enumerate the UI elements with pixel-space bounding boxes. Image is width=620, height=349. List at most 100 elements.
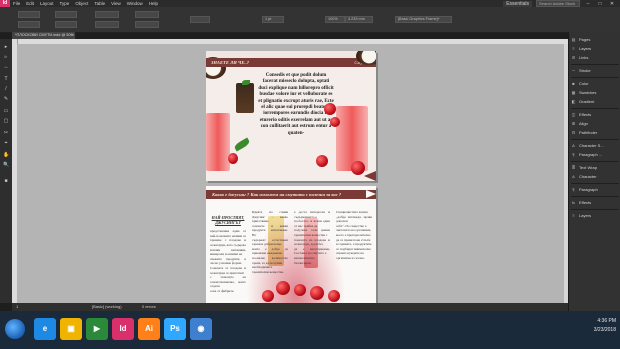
rotate-field[interactable] — [135, 11, 159, 18]
menu-layout[interactable]: Layout — [37, 0, 57, 7]
strawberry-image — [324, 103, 336, 115]
panel-divider — [571, 209, 619, 210]
scissors-tool-icon[interactable]: ✂ — [3, 131, 9, 136]
strawberry-image — [330, 117, 340, 127]
column-3: е доста интересен и съдържанието е по-бо… — [294, 210, 330, 265]
page-2[interactable]: Какво е джусинг ? Как изможем на смутита… — [206, 186, 376, 314]
stock-search-input[interactable]: Search Adobe Stock — [536, 0, 580, 7]
gradient-icon: ◧ — [571, 99, 576, 104]
frame-width-field[interactable]: 4.233 mm — [345, 16, 373, 23]
panel-layers[interactable]: ≡ Layers — [571, 45, 619, 53]
line-tool-icon[interactable]: / — [3, 87, 9, 92]
panel-paragraph-styles[interactable]: ¶ Paragraph ... — [571, 151, 619, 159]
panel-effects[interactable]: ◫ Effects — [571, 111, 619, 119]
workspace-switcher[interactable]: Essentials — [503, 0, 532, 7]
effects-icon: ◫ — [571, 112, 576, 117]
panel-stroke[interactable]: ─ Stroke — [571, 67, 619, 75]
panel-swatches[interactable]: ▦ Swatches — [571, 89, 619, 97]
menu-file[interactable]: File — [10, 0, 23, 7]
explorer-icon[interactable]: ▣ — [60, 318, 82, 340]
strawberry-image — [310, 286, 324, 300]
paragraph-icon: ¶ — [572, 187, 575, 192]
page1-banner-left: ЗНАЕТЕ ЛИ ЧЕ..? — [211, 60, 250, 65]
ie-icon[interactable]: e — [34, 318, 56, 340]
maximize-icon[interactable]: □ — [596, 1, 604, 7]
menu-window[interactable]: Window — [124, 0, 146, 7]
document-tab[interactable]: *ПЛОСКОВИ СМУТИ.indd @ 50% × — [12, 32, 76, 39]
smoothie-glass-image — [336, 106, 368, 171]
gap-tool-icon[interactable]: ↔ — [3, 65, 9, 70]
panel-paragraph[interactable]: ¶ Paragraph — [571, 186, 619, 194]
close-tab-icon[interactable]: × — [71, 32, 73, 39]
menu-table[interactable]: Table — [91, 0, 108, 7]
menu-type[interactable]: Type — [57, 0, 73, 7]
preflight-status: 0 errors — [142, 304, 156, 309]
rectangle-tool-icon[interactable]: ▢ — [3, 119, 9, 124]
media-player-icon[interactable]: ▶ — [86, 318, 108, 340]
width-field[interactable] — [55, 11, 77, 18]
fill-swatch[interactable] — [190, 16, 210, 23]
photoshop-icon[interactable]: Ps — [164, 318, 186, 340]
strawberry-image — [276, 281, 290, 295]
column-2: Идеята на самия Джусинг – какво приготвя… — [252, 210, 288, 274]
scale-y-field[interactable] — [95, 21, 119, 28]
opacity-field[interactable]: 100% — [325, 16, 345, 23]
hand-tool-icon[interactable]: ✋ — [3, 153, 9, 158]
panel-divider — [571, 108, 619, 109]
shear-field[interactable] — [135, 21, 159, 28]
panel-gradient[interactable]: ◧ Gradient — [571, 98, 619, 106]
panel-text-wrap[interactable]: ≣ Text Wrap — [571, 164, 619, 172]
panel-color[interactable]: ■ Color — [571, 80, 619, 88]
mint-leaf-image — [242, 80, 250, 85]
page-number-field[interactable]: 1 — [16, 304, 18, 309]
page1-arrow — [364, 171, 376, 181]
menu-view[interactable]: View — [108, 0, 124, 7]
strawberry-image — [228, 153, 238, 164]
strawberry-image — [351, 161, 365, 175]
indesign-icon[interactable]: Id — [112, 318, 134, 340]
y-field[interactable] — [18, 21, 40, 28]
menu-edit[interactable]: Edit — [23, 0, 37, 7]
clock-date: 3/23/2018 — [593, 327, 616, 333]
system-clock[interactable]: 4:36 PM 3/23/2018 — [556, 317, 616, 335]
preflight-profile[interactable]: [Basic] (working) — [92, 304, 122, 309]
selection-tool-icon[interactable]: ▸ — [3, 45, 9, 50]
transform-tool-icon[interactable]: ⌖ — [3, 141, 9, 146]
panel-divider — [571, 183, 619, 184]
panel-pages[interactable]: ▤ Pages — [571, 36, 619, 44]
panel-layers-2[interactable]: ≡ Layers — [571, 212, 619, 220]
chrome-icon[interactable]: ◉ — [190, 318, 212, 340]
layers-icon: ≡ — [572, 213, 575, 218]
page1-top-strip — [206, 51, 376, 58]
page-1[interactable]: ЗНАЕТЕ ЛИ ЧЕ..? Смути Consedis et que po… — [206, 51, 376, 181]
chocolate-drink-image — [236, 83, 254, 113]
menu-help[interactable]: Help — [146, 0, 161, 7]
fill-stroke-icon[interactable]: ■ — [3, 179, 9, 184]
stroke-weight-field[interactable]: 1 pt — [262, 16, 284, 23]
object-style-dropdown[interactable]: [Basic Graphics Frame]+ — [395, 16, 452, 23]
type-tool-icon[interactable]: T — [3, 77, 9, 82]
panel-effects-2[interactable]: fx Effects — [571, 199, 619, 207]
links-icon: ☰ — [571, 55, 576, 60]
x-field[interactable] — [18, 11, 40, 18]
menu-object[interactable]: Object — [72, 0, 91, 7]
scale-x-field[interactable] — [95, 11, 119, 18]
page2-banner: Какво е джусинг ? Как изможем на смутита… — [206, 190, 376, 199]
illustrator-icon[interactable]: Ai — [138, 318, 160, 340]
height-field[interactable] — [55, 21, 77, 28]
minimize-icon[interactable]: – — [584, 1, 592, 7]
pen-tool-icon[interactable]: ✎ — [3, 97, 9, 102]
start-button-icon[interactable] — [5, 319, 25, 339]
direct-selection-tool-icon[interactable]: ▹ — [3, 55, 9, 60]
rectangle-frame-tool-icon[interactable]: ▭ — [3, 109, 9, 114]
panel-links[interactable]: ☰ Links — [571, 54, 619, 62]
character-icon: A — [572, 174, 575, 179]
panel-align[interactable]: ⊞ Align — [571, 120, 619, 128]
zoom-tool-icon[interactable]: 🔍 — [3, 163, 9, 168]
close-icon[interactable]: ✕ — [608, 1, 616, 7]
windows-taskbar: e ▣ ▶ Id Ai Ps ◉ 4:36 PM 3/23/2018 — [0, 311, 620, 349]
panel-character-styles[interactable]: A Character S... — [571, 142, 619, 150]
panel-character[interactable]: A Character — [571, 173, 619, 181]
document-tab-title: *ПЛОСКОВИ СМУТИ.indd @ 50% — [15, 33, 74, 37]
panel-pathfinder[interactable]: ⊟ Pathfinder — [571, 129, 619, 137]
